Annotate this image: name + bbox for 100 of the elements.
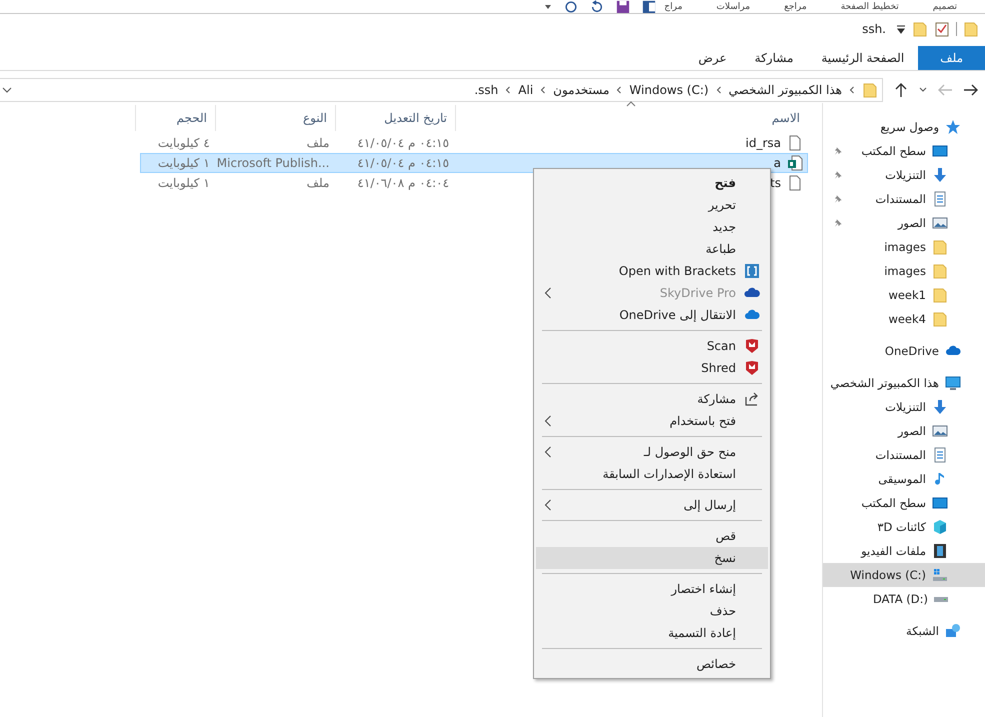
- column-header[interactable]: النوع: [215, 105, 335, 131]
- folder-icon: [932, 239, 948, 255]
- dropdown-icon[interactable]: [2, 86, 12, 94]
- nav-item[interactable]: Windows (C:): [823, 563, 985, 587]
- nav-item[interactable]: OneDrive: [823, 339, 985, 363]
- breadcrumb[interactable]: مستخدمون: [553, 83, 610, 97]
- chevron-icon[interactable]: [540, 86, 546, 94]
- file-icon: [787, 175, 803, 191]
- ribbon-tab[interactable]: عرض: [684, 46, 741, 70]
- ribbon-tab[interactable]: الصفحة الرئيسية: [807, 46, 918, 70]
- nav-item[interactable]: التنزيلات: [823, 163, 985, 187]
- nav-item[interactable]: كائنات ٣D: [823, 515, 985, 539]
- nav-item[interactable]: سطح المكتب: [823, 491, 985, 515]
- nav-item[interactable]: التنزيلات: [823, 395, 985, 419]
- share-icon: [744, 391, 760, 407]
- word-ribbon-tab[interactable]: مراجع: [784, 0, 807, 12]
- picture-icon: [932, 423, 948, 439]
- menu-item[interactable]: تحرير: [536, 194, 768, 216]
- menu-item[interactable]: جديد: [536, 216, 768, 238]
- back-arrow-icon[interactable]: [963, 82, 979, 98]
- ribbon-tab[interactable]: ملف: [918, 46, 985, 70]
- monitor-icon: [932, 143, 948, 159]
- menu-item[interactable]: نسخ: [536, 547, 768, 569]
- menu-item[interactable]: فتح: [536, 172, 768, 194]
- file-name: ts: [770, 176, 781, 190]
- menu-item[interactable]: فتح باستخدام: [536, 410, 768, 432]
- column-header[interactable]: الاسم: [455, 105, 822, 131]
- breadcrumb[interactable]: هذا الكمبيوتر الشخصي: [728, 83, 842, 97]
- nav-item[interactable]: week4: [823, 307, 985, 331]
- chevron-icon[interactable]: [505, 86, 512, 94]
- menu-item[interactable]: Open with Brackets: [536, 260, 768, 282]
- document-icon: [932, 191, 948, 207]
- menu-item[interactable]: إنشاء اختصار: [536, 578, 768, 600]
- shield-icon: [744, 360, 760, 376]
- breadcrumb[interactable]: Ali: [518, 83, 534, 97]
- checklist-icon[interactable]: [934, 21, 950, 37]
- recent-locations-icon[interactable]: [919, 86, 927, 94]
- nav-item[interactable]: الشبكة: [823, 619, 985, 643]
- menu-item[interactable]: حذف: [536, 600, 768, 622]
- word-ribbon-tab[interactable]: تصميم: [932, 0, 957, 12]
- nav-item[interactable]: المستندات: [823, 187, 985, 211]
- menu-item[interactable]: إرسال إلى: [536, 494, 768, 516]
- nav-item[interactable]: images: [823, 235, 985, 259]
- menu-item[interactable]: Shred: [536, 357, 768, 379]
- breadcrumb[interactable]: Windows (C:): [629, 83, 709, 97]
- modified-date: ٠٤:١٥ م ٤١/٠٥/٠٤: [357, 136, 450, 150]
- nav-item[interactable]: الموسيقى: [823, 467, 985, 491]
- nav-item[interactable]: DATA (D:): [823, 587, 985, 611]
- folder-icon: [932, 263, 948, 279]
- save-icon[interactable]: [616, 0, 630, 13]
- menu-item[interactable]: قص: [536, 525, 768, 547]
- pin-icon[interactable]: [833, 170, 843, 180]
- nav-item[interactable]: الصور: [823, 419, 985, 443]
- breadcrumb[interactable]: .ssh: [474, 83, 498, 97]
- ribbon-tab[interactable]: مشاركة: [740, 46, 808, 70]
- monitor-icon: [932, 495, 948, 511]
- pin-icon[interactable]: [833, 194, 843, 204]
- up-arrow-icon[interactable]: [893, 82, 909, 98]
- menu-item[interactable]: إعادة التسمية: [536, 622, 768, 644]
- menu-item[interactable]: Scan: [536, 335, 768, 357]
- dropdown-icon[interactable]: [896, 24, 906, 34]
- file-name: id_rsa: [746, 136, 781, 150]
- nav-item[interactable]: وصول سريع: [823, 115, 985, 139]
- pin-icon[interactable]: [833, 218, 843, 228]
- chevron-icon[interactable]: [849, 86, 855, 94]
- chevron-icon[interactable]: [616, 86, 622, 94]
- modified-date: ٠٤:٠٤ م ٤١/٠٦/٠٨: [357, 176, 450, 190]
- film-icon: [932, 543, 948, 559]
- column-header[interactable]: الحجم: [135, 105, 215, 131]
- menu-item[interactable]: الانتقال إلى OneDrive: [536, 304, 768, 326]
- menu-item[interactable]: طباعة: [536, 238, 768, 260]
- file-size: ١ كيلوبايت: [158, 176, 210, 190]
- nav-item[interactable]: images: [823, 259, 985, 283]
- nav-item[interactable]: week1: [823, 283, 985, 307]
- column-header[interactable]: تاريخ التعديل: [335, 105, 455, 131]
- word-ribbon-tab[interactable]: مراج: [664, 0, 682, 12]
- shield-icon: [744, 338, 760, 354]
- nav-item[interactable]: سطح المكتب: [823, 139, 985, 163]
- undo-icon[interactable]: [590, 0, 604, 13]
- menu-item[interactable]: استعادة الإصدارات السابقة: [536, 463, 768, 485]
- window-title: .ssh: [862, 22, 886, 36]
- menu-item[interactable]: مشاركة: [536, 388, 768, 410]
- word-ribbon-tab[interactable]: تخطيط الصفحة: [840, 0, 899, 12]
- menu-item[interactable]: خصائص: [536, 653, 768, 675]
- file-type: Microsoft Publish...: [216, 156, 330, 170]
- nav-item[interactable]: الصور: [823, 211, 985, 235]
- nav-item[interactable]: هذا الكمبيوتر الشخصي: [823, 371, 985, 395]
- caret-icon[interactable]: [544, 2, 552, 10]
- folder-icon: [932, 287, 948, 303]
- nav-item[interactable]: ملفات الفيديو: [823, 539, 985, 563]
- file-type: ملف: [306, 136, 330, 150]
- publisher-file-icon: [787, 155, 803, 171]
- pin-icon[interactable]: [833, 146, 843, 156]
- cube-icon: [932, 519, 948, 535]
- word-ribbon-tab[interactable]: مراسلات: [716, 0, 750, 12]
- computer-icon: [945, 375, 961, 391]
- star-icon: [945, 119, 961, 135]
- menu-item[interactable]: منح حق الوصول لـ: [536, 441, 768, 463]
- chevron-icon[interactable]: [716, 86, 722, 94]
- nav-item[interactable]: المستندات: [823, 443, 985, 467]
